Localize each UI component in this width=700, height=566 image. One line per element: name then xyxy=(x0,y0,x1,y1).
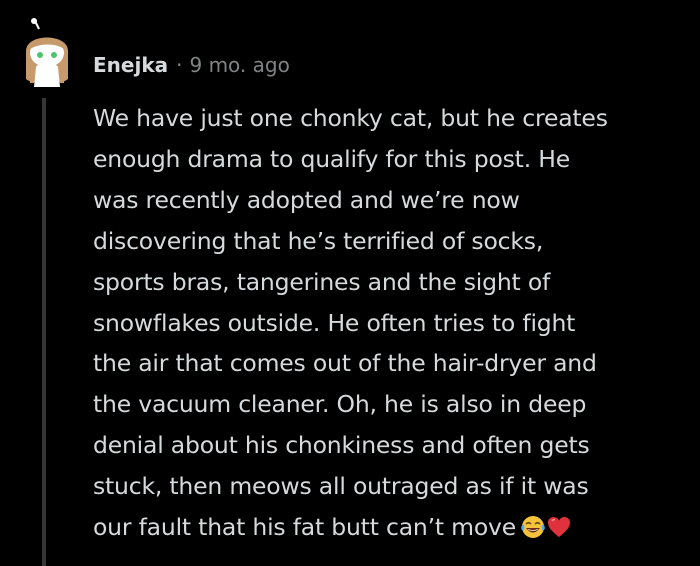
body-line: denial about his chonkiness and often ge… xyxy=(93,431,590,460)
body-line: enough drama to qualify for this post. H… xyxy=(93,144,570,173)
body-line: was recently adopted and we’re now xyxy=(93,185,520,214)
body-line: the vacuum cleaner. Oh, he is also in de… xyxy=(93,390,587,419)
body-line: the air that comes out of the hair-dryer… xyxy=(93,349,597,378)
user-avatar[interactable] xyxy=(18,17,76,89)
body-line: snowflakes outside. He often tries to fi… xyxy=(93,308,576,337)
timestamp[interactable]: 9 mo. ago xyxy=(189,53,289,77)
thread-collapse-line[interactable] xyxy=(42,98,46,566)
body-last-line: our fault that his fat butt can’t move xyxy=(93,507,688,548)
emoji-group xyxy=(520,514,572,540)
comment: Enejka · 9 mo. ago We have just one chon… xyxy=(0,0,700,566)
meta-separator: · xyxy=(176,53,183,77)
body-line: We have just one chonky cat, but he crea… xyxy=(93,104,608,132)
face-with-tears-of-joy-icon xyxy=(521,516,545,539)
body-line: stuck, then meows all outraged as if it … xyxy=(93,472,589,501)
comment-body: We have just one chonky cat, but he crea… xyxy=(93,98,688,548)
body-line: sports bras, tangerines and the sight of xyxy=(93,267,551,296)
author-name[interactable]: Enejka xyxy=(93,53,168,77)
body-line-text: our fault that his fat butt can’t move xyxy=(93,513,516,542)
body-line: discovering that he’s terrified of socks… xyxy=(93,226,544,255)
comment-meta: Enejka · 9 mo. ago xyxy=(93,50,290,80)
red-heart-icon xyxy=(548,517,570,538)
